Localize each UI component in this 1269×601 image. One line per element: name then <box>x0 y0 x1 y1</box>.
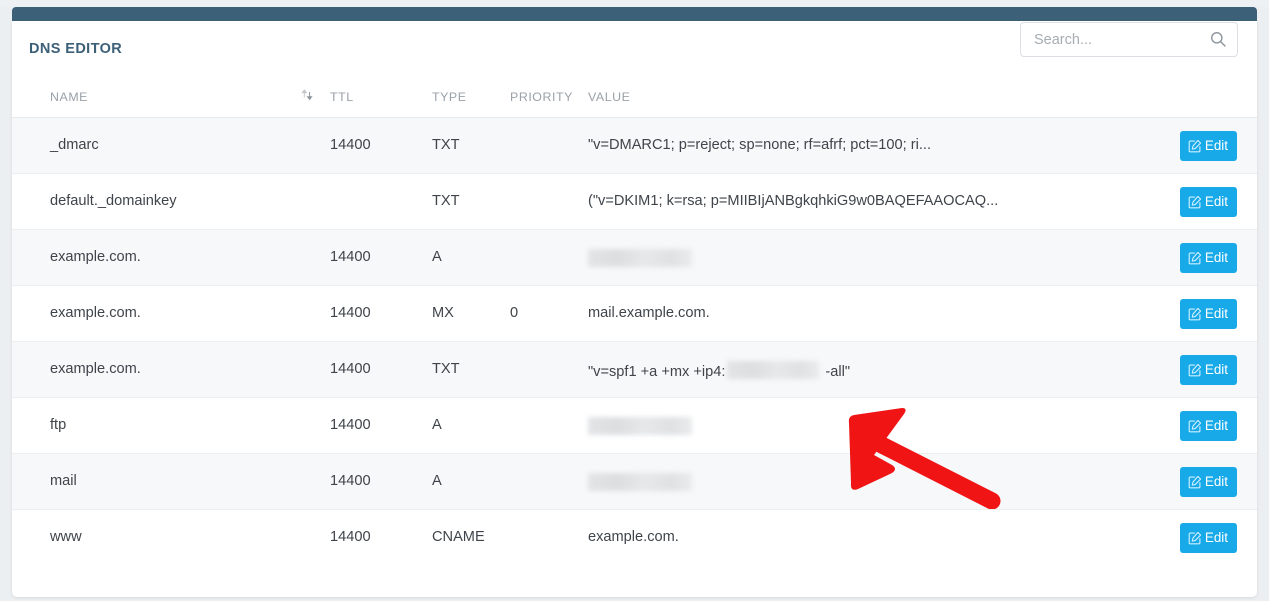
redacted-value <box>588 249 692 267</box>
edit-button-label: Edit <box>1205 531 1228 544</box>
edit-button-label: Edit <box>1205 139 1228 152</box>
pencil-square-icon <box>1188 139 1202 153</box>
table-header-row: NAME TTL TYPE PRIORITY VALUE <box>12 82 1257 118</box>
edit-button-label: Edit <box>1205 363 1228 376</box>
card-header: DNS EDITOR <box>12 21 1257 76</box>
record-value-prefix: "v=spf1 +a +mx +ip4: <box>588 364 725 380</box>
dns-records-table: NAME TTL TYPE PRIORITY VALUE _dmarc 14400… <box>12 82 1257 566</box>
record-value: mail.example.com. <box>588 305 710 321</box>
page-root: DNS EDITOR NAME TTL TYPE PRIORITY VAL <box>0 0 1269 601</box>
search-input[interactable] <box>1020 22 1238 57</box>
table-body: _dmarc 14400 TXT "v=DMARC1; p=reject; sp=no… <box>12 118 1257 566</box>
table-row: example.com. 14400 MX 0 mail.example.com. Edi… <box>12 286 1257 342</box>
table-row: ftp 14400 A Edit <box>12 398 1257 454</box>
record-value: "v=spf1 +a +mx +ip4: -all" <box>588 361 850 380</box>
redacted-value <box>588 473 692 491</box>
sort-updown-icon[interactable] <box>300 88 316 104</box>
pencil-square-icon <box>1188 531 1202 545</box>
column-header-name[interactable]: NAME <box>50 90 88 104</box>
record-ttl: 14400 <box>330 137 371 153</box>
edit-record-button[interactable]: Edit <box>1180 523 1237 553</box>
edit-record-button[interactable]: Edit <box>1180 131 1237 161</box>
pencil-square-icon <box>1188 419 1202 433</box>
table-row: example.com. 14400 TXT "v=spf1 +a +mx +ip4:… <box>12 342 1257 398</box>
edit-button-label: Edit <box>1205 475 1228 488</box>
pencil-square-icon <box>1188 307 1202 321</box>
record-value: "v=DMARC1; p=reject; sp=none; rf=afrf; p… <box>588 137 931 153</box>
record-ttl: 14400 <box>330 305 371 321</box>
edit-button-label: Edit <box>1205 307 1228 320</box>
table-row: _dmarc 14400 TXT "v=DMARC1; p=reject; sp=no… <box>12 118 1257 174</box>
dns-editor-card: DNS EDITOR NAME TTL TYPE PRIORITY VAL <box>12 21 1257 597</box>
record-name: example.com. <box>50 361 141 377</box>
table-row: mail 14400 A Edit <box>12 454 1257 510</box>
record-name: example.com. <box>50 305 141 321</box>
record-name: example.com. <box>50 249 141 265</box>
record-value: ("v=DKIM1; k=rsa; p=MIIBIjANBgkqhkiG9w0B… <box>588 193 998 209</box>
record-type: TXT <box>432 193 460 209</box>
edit-button-label: Edit <box>1205 419 1228 432</box>
pencil-square-icon <box>1188 363 1202 377</box>
record-name: default._domainkey <box>50 193 177 209</box>
column-header-ttl[interactable]: TTL <box>330 90 354 104</box>
edit-record-button[interactable]: Edit <box>1180 299 1237 329</box>
edit-record-button[interactable]: Edit <box>1180 187 1237 217</box>
record-ttl: 14400 <box>330 529 371 545</box>
record-ttl: 14400 <box>330 417 371 433</box>
pencil-square-icon <box>1188 195 1202 209</box>
record-name: mail <box>50 473 77 489</box>
record-type: A <box>432 249 442 265</box>
search-box <box>1020 22 1238 57</box>
record-value <box>588 417 692 436</box>
pencil-square-icon <box>1188 251 1202 265</box>
record-name: www <box>50 529 82 545</box>
edit-button-label: Edit <box>1205 195 1228 208</box>
pencil-square-icon <box>1188 475 1202 489</box>
edit-record-button[interactable]: Edit <box>1180 355 1237 385</box>
record-value <box>588 249 692 268</box>
record-type: A <box>432 417 442 433</box>
record-type: A <box>432 473 442 489</box>
record-value-suffix: -all" <box>825 364 850 380</box>
column-header-value[interactable]: VALUE <box>588 90 630 104</box>
table-row: example.com. 14400 A Edit <box>12 230 1257 286</box>
edit-record-button[interactable]: Edit <box>1180 411 1237 441</box>
table-row: default._domainkey TXT ("v=DKIM1; k=rsa; p… <box>12 174 1257 230</box>
record-value <box>588 473 692 492</box>
page-title: DNS EDITOR <box>29 41 122 57</box>
edit-button-label: Edit <box>1205 251 1228 264</box>
page-top-strip <box>0 0 1269 7</box>
column-header-priority[interactable]: PRIORITY <box>510 90 573 104</box>
record-priority: 0 <box>510 305 518 321</box>
record-name: ftp <box>50 417 66 433</box>
column-header-type[interactable]: TYPE <box>432 90 467 104</box>
record-ttl: 14400 <box>330 473 371 489</box>
app-top-bar <box>12 7 1257 21</box>
record-type: TXT <box>432 137 460 153</box>
redacted-value <box>727 361 819 379</box>
record-value: example.com. <box>588 529 679 545</box>
edit-record-button[interactable]: Edit <box>1180 243 1237 273</box>
record-ttl: 14400 <box>330 361 371 377</box>
record-type: MX <box>432 305 454 321</box>
record-type: TXT <box>432 361 460 377</box>
record-ttl: 14400 <box>330 249 371 265</box>
redacted-value <box>588 417 692 435</box>
record-type: CNAME <box>432 529 485 545</box>
record-name: _dmarc <box>50 137 99 153</box>
edit-record-button[interactable]: Edit <box>1180 467 1237 497</box>
table-row: www 14400 CNAME example.com. Edit <box>12 510 1257 566</box>
